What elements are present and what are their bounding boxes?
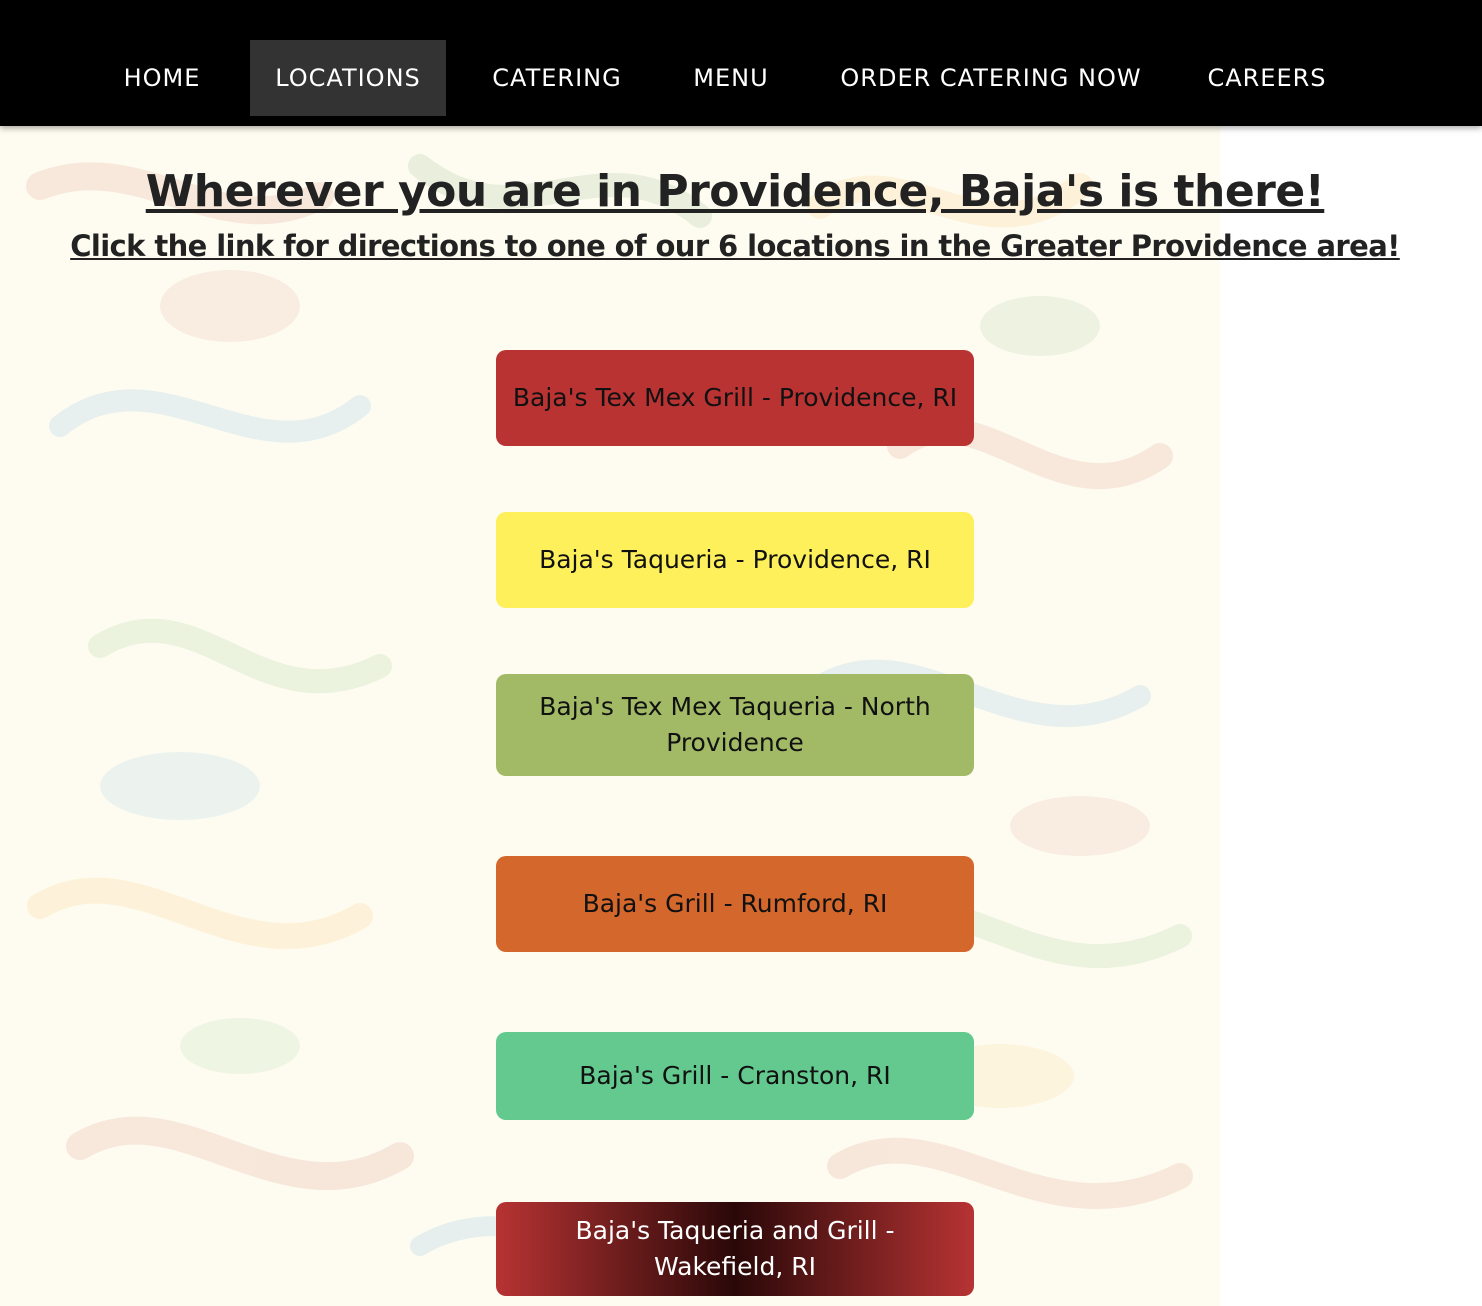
main-nav: HOME LOCATIONS CATERING MENU ORDER CATER… xyxy=(0,0,1482,126)
location-button-label: Baja's Grill - Rumford, RI xyxy=(582,889,888,918)
location-button-providence-tex-mex-grill[interactable]: Baja's Tex Mex Grill - Providence, RI xyxy=(496,350,974,446)
nav-item-catering[interactable]: CATERING xyxy=(474,40,640,116)
location-button-cranston[interactable]: Baja's Grill - Cranston, RI xyxy=(496,1032,974,1120)
nav-item-menu[interactable]: MENU xyxy=(673,40,789,116)
location-button-label: Baja's Grill - Cranston, RI xyxy=(579,1061,891,1090)
location-button-label: Baja's Tex Mex Grill - Providence, RI xyxy=(512,383,958,412)
nav-item-careers[interactable]: CAREERS xyxy=(1192,40,1342,116)
location-button-label: Baja's Tex Mex Taqueria - North Providen… xyxy=(539,692,931,757)
location-button-label: Baja's Taqueria - Providence, RI xyxy=(539,545,931,574)
location-button-wakefield[interactable]: Baja's Taqueria and Grill - Wakefield, R… xyxy=(496,1202,974,1296)
location-button-providence-taqueria[interactable]: Baja's Taqueria - Providence, RI xyxy=(496,512,974,608)
location-button-north-providence[interactable]: Baja's Tex Mex Taqueria - North Providen… xyxy=(496,674,974,776)
nav-item-order-catering-now[interactable]: ORDER CATERING NOW xyxy=(824,40,1158,116)
nav-item-locations[interactable]: LOCATIONS xyxy=(250,40,446,116)
page-subheadline: Click the link for directions to one of … xyxy=(70,229,1400,263)
page-headline: Wherever you are in Providence, Baja's i… xyxy=(145,166,1325,217)
location-button-label: Baja's Taqueria and Grill - Wakefield, R… xyxy=(575,1216,895,1281)
location-button-rumford[interactable]: Baja's Grill - Rumford, RI xyxy=(496,856,974,952)
nav-item-home[interactable]: HOME xyxy=(103,40,221,116)
